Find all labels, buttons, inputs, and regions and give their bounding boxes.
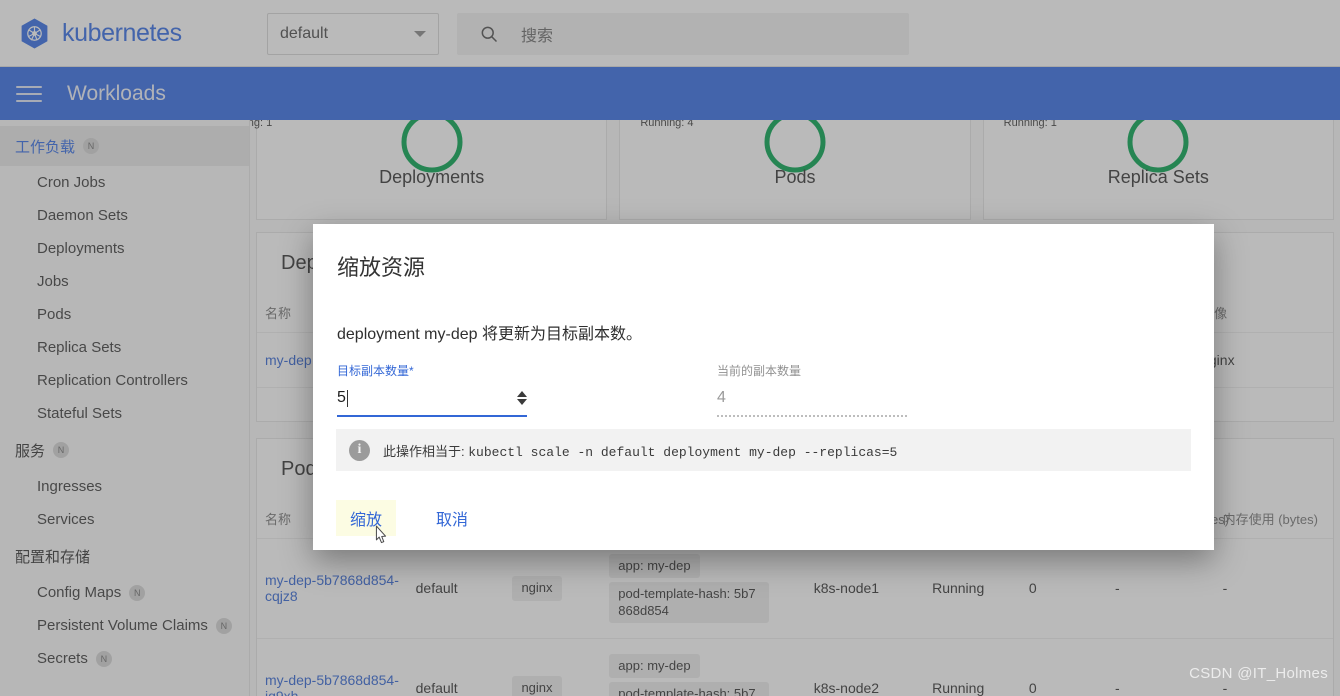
text-caret	[346, 389, 348, 407]
watermark-text: CSDN @IT_Holmes	[1189, 665, 1328, 682]
current-replicas-value: 4	[717, 389, 726, 406]
cancel-button[interactable]: 取消	[422, 500, 482, 536]
field-underline-disabled	[717, 415, 907, 417]
dialog-fields: 目标副本数量* 5 当前的副本数量 4	[313, 344, 1214, 417]
dialog-description: deployment my-dep 将更新为目标副本数。	[337, 326, 642, 343]
current-replicas-field: 当前的副本数量 4	[717, 362, 907, 417]
scale-confirm-button[interactable]: 缩放	[336, 500, 397, 536]
stepper-up-icon[interactable]	[517, 391, 527, 397]
target-replicas-label-text: 目标副本数量	[337, 364, 410, 378]
target-replicas-field[interactable]: 目标副本数量* 5	[337, 362, 527, 417]
app-root: kubernetes default 搜索 Workloads 工作负载 N C…	[0, 0, 1340, 696]
dialog-actions: 缩放 取消	[336, 500, 482, 536]
info-banner-text: 此操作相当于: kubectl scale -n default deploym…	[383, 441, 897, 460]
target-replicas-label: 目标副本数量*	[337, 362, 527, 379]
quantity-stepper[interactable]	[517, 391, 527, 405]
dialog-title: 缩放资源	[337, 255, 426, 280]
info-prefix: 此操作相当于:	[383, 443, 465, 459]
info-command: kubectl scale -n default deployment my-d…	[468, 444, 898, 460]
dialog-info-banner: i 此操作相当于: kubectl scale -n default deplo…	[336, 429, 1191, 471]
required-asterisk: *	[409, 364, 414, 378]
target-replicas-input[interactable]: 5	[337, 389, 346, 407]
current-replicas-label: 当前的副本数量	[717, 364, 802, 378]
info-icon: i	[349, 439, 370, 461]
stepper-down-icon[interactable]	[517, 399, 527, 405]
field-underline-focused	[337, 415, 527, 417]
